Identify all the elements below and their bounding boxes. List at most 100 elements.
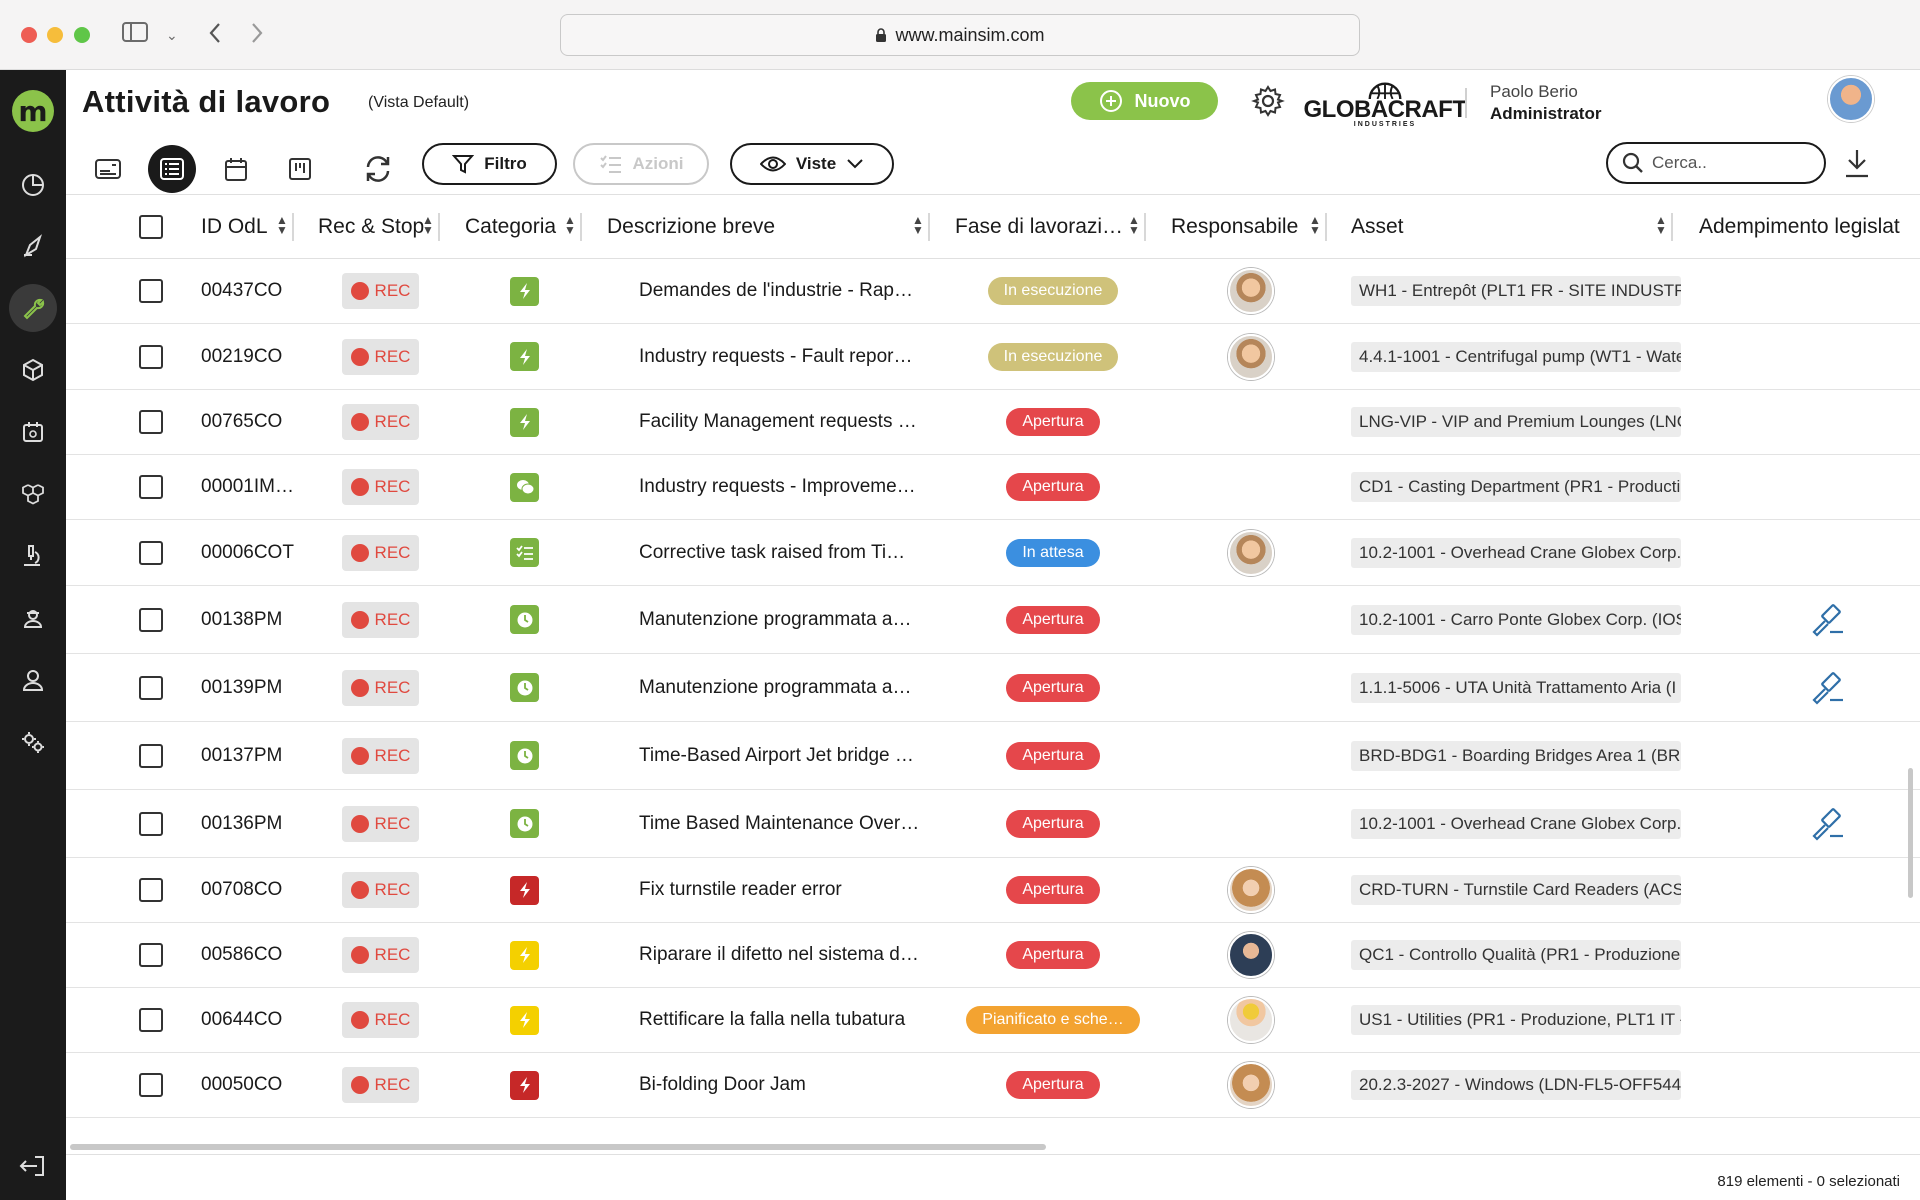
rec-badge[interactable]: REC: [342, 390, 419, 454]
asset-chip[interactable]: 10.2-1001 - Overhead Crane Globex Corp.: [1351, 790, 1681, 857]
row-id[interactable]: 00586CO: [201, 923, 282, 987]
asset-chip[interactable]: CD1 - Casting Department (PR1 - Producti: [1351, 455, 1681, 519]
column-category[interactable]: Categoria: [465, 195, 556, 259]
boxes-icon[interactable]: [9, 470, 57, 518]
table-row[interactable]: 00050CO REC Bi-folding Door Jam Apertura 20.…: [66, 1053, 1920, 1118]
asset-chip[interactable]: 10.2-1001 - Overhead Crane Globex Corp.: [1351, 520, 1681, 585]
table-row[interactable]: 00136PM REC Time Based Maintenance Over… Ap…: [66, 790, 1920, 858]
refresh-icon[interactable]: [354, 145, 402, 193]
sort-category-icon[interactable]: ▲ ▼: [564, 214, 576, 236]
horizontal-scrollbar[interactable]: [70, 1144, 1046, 1150]
microscope-icon[interactable]: [9, 532, 57, 580]
table-row[interactable]: 00219CO REC Industry requests - Fault repo…: [66, 324, 1920, 390]
views-button[interactable]: Viste: [730, 143, 894, 185]
row-id[interactable]: 00138PM: [201, 586, 282, 653]
sort-description-icon[interactable]: ▲ ▼: [912, 214, 924, 236]
column-separator[interactable]: [292, 213, 294, 241]
list-view-icon[interactable]: [148, 145, 196, 193]
asset-chip[interactable]: 1.1.1-5006 - UTA Unità Trattamento Aria …: [1351, 654, 1681, 721]
asset-chip[interactable]: QC1 - Controllo Qualità (PR1 - Produzion…: [1351, 923, 1681, 987]
row-checkbox[interactable]: [139, 455, 163, 519]
sort-rec-icon[interactable]: ▲ ▼: [422, 214, 434, 236]
table-row[interactable]: 00001IM… REC Industry requests - Improveme…: [66, 455, 1920, 520]
row-checkbox[interactable]: [139, 324, 163, 389]
row-id[interactable]: 00050CO: [201, 1053, 282, 1117]
table-row[interactable]: 00006COT REC Corrective task raised from T…: [66, 520, 1920, 586]
asset-chip[interactable]: 10.2-1001 - Carro Ponte Globex Corp. (IO…: [1351, 586, 1681, 653]
user-avatar[interactable]: [1828, 76, 1874, 122]
logout-icon[interactable]: [17, 1153, 47, 1184]
new-button[interactable]: Nuovo: [1071, 82, 1218, 120]
address-bar[interactable]: www.mainsim.com: [560, 14, 1360, 56]
column-responsible[interactable]: Responsabile: [1171, 195, 1298, 259]
row-checkbox[interactable]: [139, 923, 163, 987]
column-separator[interactable]: [1325, 213, 1327, 241]
forward-icon[interactable]: [250, 22, 264, 50]
vertical-scrollbar[interactable]: [1908, 768, 1913, 898]
download-icon[interactable]: [1844, 148, 1870, 183]
row-description[interactable]: Time Based Maintenance Over…: [639, 790, 939, 857]
row-description[interactable]: Time-Based Airport Jet bridge …: [639, 722, 939, 789]
row-id[interactable]: 00139PM: [201, 654, 282, 721]
table-row[interactable]: 00644CO REC Rettificare la falla nella tub…: [66, 988, 1920, 1053]
row-checkbox[interactable]: [139, 654, 163, 721]
minimize-window-button[interactable]: [47, 27, 63, 43]
row-checkbox[interactable]: [139, 1053, 163, 1117]
wrench-icon[interactable]: [9, 284, 57, 332]
close-window-button[interactable]: [21, 27, 37, 43]
search-input[interactable]: [1652, 153, 1812, 173]
gavel-icon[interactable]: [1810, 586, 1846, 653]
row-checkbox[interactable]: [139, 858, 163, 922]
sort-id-icon[interactable]: ▲ ▼: [276, 214, 288, 236]
table-row[interactable]: 00138PM REC Manutenzione programmata a… Ape…: [66, 586, 1920, 654]
table-row[interactable]: 00586CO REC Riparare il difetto nel sistem…: [66, 923, 1920, 988]
asset-chip[interactable]: 4.4.1-1001 - Centrifugal pump (WT1 - Wat…: [1351, 324, 1681, 389]
row-checkbox[interactable]: [139, 790, 163, 857]
column-phase[interactable]: Fase di lavorazi…: [955, 195, 1123, 259]
maximize-window-button[interactable]: [74, 27, 90, 43]
user-icon[interactable]: [9, 656, 57, 704]
row-checkbox[interactable]: [139, 722, 163, 789]
row-id[interactable]: 00644CO: [201, 988, 282, 1052]
responsible-avatar[interactable]: [1228, 858, 1274, 922]
row-description[interactable]: Rettificare la falla nella tubatura: [639, 988, 939, 1052]
responsible-avatar[interactable]: [1228, 520, 1274, 585]
technician-icon[interactable]: [9, 594, 57, 642]
row-description[interactable]: Fix turnstile reader error: [639, 858, 939, 922]
column-asset[interactable]: Asset: [1351, 195, 1404, 259]
row-id[interactable]: 00136PM: [201, 790, 282, 857]
row-description[interactable]: Industry requests - Fault repor…: [639, 324, 939, 389]
row-description[interactable]: Bi-folding Door Jam: [639, 1053, 939, 1117]
sort-asset-icon[interactable]: ▲ ▼: [1655, 214, 1667, 236]
select-all-checkbox[interactable]: [139, 195, 163, 259]
rec-badge[interactable]: REC: [342, 520, 419, 585]
responsible-avatar[interactable]: [1228, 1053, 1274, 1117]
rec-badge[interactable]: REC: [342, 654, 419, 721]
row-description[interactable]: Facility Management requests …: [639, 390, 939, 454]
row-checkbox[interactable]: [139, 520, 163, 585]
column-legal[interactable]: Adempimento legislat: [1699, 195, 1900, 259]
table-row[interactable]: 00139PM REC Manutenzione programmata a… Ape…: [66, 654, 1920, 722]
rocket-icon[interactable]: [9, 222, 57, 270]
gavel-icon[interactable]: [1810, 654, 1846, 721]
column-id[interactable]: ID OdL: [201, 195, 268, 259]
asset-chip[interactable]: 20.2.3-2027 - Windows (LDN-FL5-OFF544: [1351, 1053, 1681, 1117]
table-row[interactable]: 00437CO REC Demandes de l'industrie - Rap……: [66, 259, 1920, 324]
settings-gears-icon[interactable]: [9, 718, 57, 766]
row-id[interactable]: 00137PM: [201, 722, 282, 789]
calendar-star-icon[interactable]: [9, 408, 57, 456]
table-row[interactable]: 00765CO REC Facility Management requests ……: [66, 390, 1920, 455]
card-view-icon[interactable]: [84, 145, 132, 193]
rec-badge[interactable]: REC: [342, 1053, 419, 1117]
gavel-icon[interactable]: [1810, 790, 1846, 857]
table-row[interactable]: 00137PM REC Time-Based Airport Jet bridge …: [66, 722, 1920, 790]
row-id[interactable]: 00006COT: [201, 520, 294, 585]
row-checkbox[interactable]: [139, 390, 163, 454]
rec-badge[interactable]: REC: [342, 586, 419, 653]
column-description[interactable]: Descrizione breve: [607, 195, 775, 259]
back-icon[interactable]: [208, 22, 222, 50]
responsible-avatar[interactable]: [1228, 324, 1274, 389]
responsible-avatar[interactable]: [1228, 259, 1274, 323]
column-separator[interactable]: [928, 213, 930, 241]
search-box[interactable]: [1606, 142, 1826, 184]
